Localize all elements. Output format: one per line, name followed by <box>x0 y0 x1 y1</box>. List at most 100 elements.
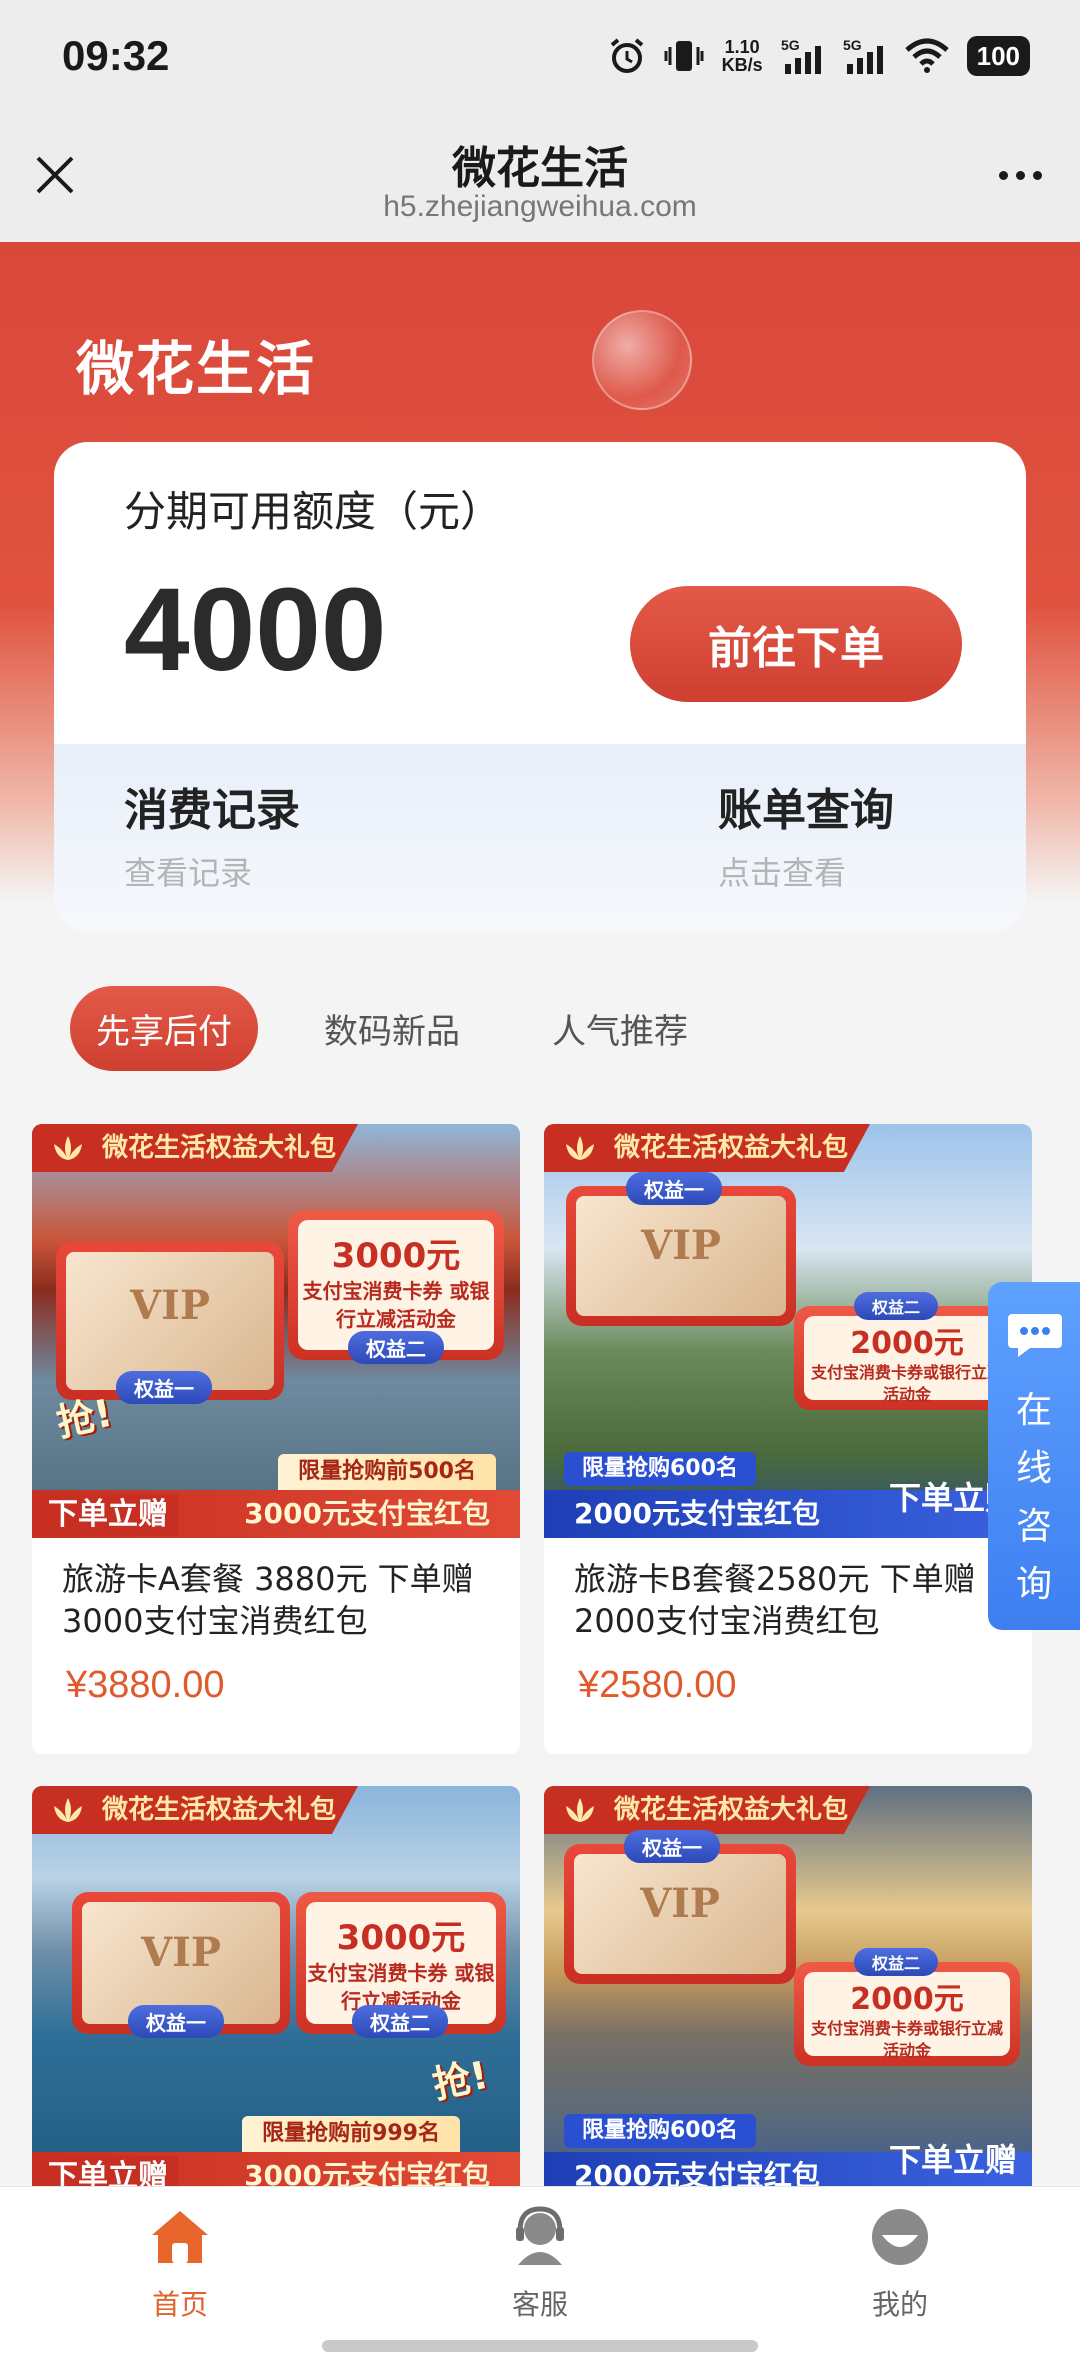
product-price: ¥2580.00 <box>578 1664 737 1706</box>
net-speed: 1.10 KB/s <box>721 37 763 75</box>
status-icons: 1.10 KB/s 5G 5G 100 <box>608 36 1030 76</box>
benefit-pill: 权益二 <box>854 1292 939 1320</box>
vip-text: VIP <box>640 1880 720 1928</box>
status-time: 09:32 <box>62 32 170 79</box>
offer-amount: 3000元 <box>336 1918 466 1958</box>
offer-card: 2000元 支付宝消费卡券或银行立减活动金 权益二 <box>794 1292 1020 1410</box>
tab-pay-later[interactable]: 先享后付 <box>70 986 258 1071</box>
more-dot-icon <box>998 170 1008 180</box>
nav-item-home[interactable]: 首页 <box>80 2205 280 2323</box>
offer-amount: 2000元 <box>850 1982 964 2017</box>
product-name: 旅游卡B套餐2580元 下单赠2000支付宝消费红包 <box>574 1560 976 1640</box>
credit-card: 分期可用额度（元） 4000 前往下单 消费记录 查看记录 账单查询 点击查看 <box>54 442 1026 932</box>
vip-text: VIP <box>641 1222 721 1270</box>
wifi-icon <box>904 36 949 76</box>
product-price: ¥3880.00 <box>66 1664 225 1706</box>
vip-card: VIP 权益一 <box>72 1892 290 2038</box>
promo-banner: 限量抢购600名 2000元支付宝红包 下单立赠 <box>544 1446 1032 1538</box>
profile-icon <box>872 2209 928 2265</box>
vip-card: VIP 权益一 <box>566 1172 796 1326</box>
lotus-icon <box>54 1136 82 1160</box>
gift-tag: 下单立赠 <box>38 1494 178 1536</box>
product-ribbon: 微花生活权益大礼包 <box>32 1124 359 1172</box>
offer-card: 2000元 支付宝消费卡券或银行立减活动金 权益二 <box>794 1948 1020 2066</box>
more-options-button[interactable] <box>990 160 1050 190</box>
nav-label: 客服 <box>511 2288 568 2321</box>
limit-text: 限量抢购前500名 <box>278 1454 496 1490</box>
vip-card-face: VIP <box>576 1196 786 1316</box>
credit-label: 分期可用额度（元） <box>124 487 503 536</box>
go-order-button[interactable]: 前往下单 <box>630 586 962 702</box>
limit-text: 限量抢购前999名 <box>242 2116 460 2152</box>
ribbon-text: 微花生活权益大礼包 <box>102 1133 337 1163</box>
vip-card: VIP 权益一 <box>56 1242 284 1404</box>
tab-popular[interactable]: 人气推荐 <box>526 986 714 1071</box>
limit-text: 限量抢购600名 <box>564 2114 756 2148</box>
customer-service-icon <box>516 2206 564 2265</box>
vibrate-icon <box>664 36 704 76</box>
nav-label: 我的 <box>871 2288 928 2321</box>
signal-icon: 5G <box>843 36 887 76</box>
product-card[interactable]: 微花生活权益大礼包 VIP 权益一 2000元 支付宝消费卡券或银行立减活动金 … <box>544 1124 1032 1754</box>
benefit-pill: 权益一 <box>626 1172 722 1205</box>
product-ribbon: 微花生活权益大礼包 <box>544 1124 871 1172</box>
page-url: h5.zhejiangweihua.com <box>383 190 697 223</box>
bubble-decoration <box>592 310 692 410</box>
offer-text: 支付宝消费卡券或银行立减活动金 <box>810 2019 1003 2060</box>
more-dot-icon <box>1032 170 1042 180</box>
nav-label: 首页 <box>151 2288 208 2321</box>
benefit-pill: 权益二 <box>352 2005 448 2038</box>
link-subtitle: 点击查看 <box>718 854 847 892</box>
status-bar: 09:32 1.10 KB/s 5G 5G 100 <box>0 0 1080 120</box>
account-links: 消费记录 查看记录 账单查询 点击查看 <box>54 744 1026 932</box>
lotus-icon <box>566 1798 594 1822</box>
vip-card-face: VIP <box>66 1252 274 1390</box>
benefit-pill: 权益一 <box>624 1830 720 1863</box>
nav-item-service[interactable]: 客服 <box>440 2205 640 2323</box>
nav-item-profile[interactable]: 我的 <box>800 2205 1000 2323</box>
more-dot-icon <box>1015 170 1025 180</box>
ribbon-text: 微花生活权益大礼包 <box>614 1133 849 1163</box>
credit-amount: 4000 <box>124 564 387 696</box>
tab-digital[interactable]: 数码新品 <box>298 986 486 1071</box>
lotus-icon <box>54 1798 82 1822</box>
link-title: 消费记录 <box>124 785 300 836</box>
product-card[interactable]: 微花生活权益大礼包 VIP 权益一 3000元 支付宝消费卡券 或银行立减活动金… <box>32 1124 520 1754</box>
product-image: 微花生活权益大礼包 VIP 权益一 3000元 支付宝消费卡券 或银行立减活动金… <box>32 1786 520 2200</box>
offer-card-face: 2000元 支付宝消费卡券或银行立减活动金 <box>804 1972 1010 2060</box>
link-subtitle: 查看记录 <box>124 854 253 892</box>
limit-text: 限量抢购600名 <box>564 1452 756 1486</box>
svg-text:5G: 5G <box>843 37 862 53</box>
benefit-pill: 权益二 <box>854 1948 939 1976</box>
vip-card: VIP 权益一 <box>564 1830 796 1984</box>
battery-indicator: 100 <box>966 36 1030 76</box>
benefit-pill: 权益一 <box>128 2005 224 2038</box>
ribbon-text: 微花生活权益大礼包 <box>614 1795 849 1825</box>
ribbon-text: 微花生活权益大礼包 <box>102 1795 337 1825</box>
offer-card: 3000元 支付宝消费卡券 或银行立减活动金 权益二 <box>288 1210 504 1364</box>
offer-card: 3000元 支付宝消费卡券 或银行立减活动金 权益二 <box>296 1892 506 2038</box>
svg-text:5G: 5G <box>781 37 800 53</box>
bill-query-link[interactable]: 账单查询 点击查看 <box>718 774 894 894</box>
product-image: 微花生活权益大礼包 VIP 权益一 2000元 支付宝消费卡券或银行立减活动金 … <box>544 1786 1032 2200</box>
home-indicator[interactable] <box>322 2340 758 2352</box>
product-name: 旅游卡A套餐 3880元 下单赠3000支付宝消费红包 <box>62 1560 474 1640</box>
promo-banner: 限量抢购前500名 3000元支付宝红包 下单立赠 <box>32 1446 520 1538</box>
brand-title: 微花生活 <box>76 335 317 403</box>
gift-tag: 下单立赠 <box>888 2141 1017 2179</box>
chat-bubble-icon <box>1008 1314 1062 1357</box>
home-icon <box>152 2211 208 2263</box>
online-consult-button[interactable]: 在线咨询 <box>988 1282 1080 1630</box>
offer-amount: 3000元 <box>331 1236 461 1276</box>
offer-card-face: 2000元 支付宝消费卡券或银行立减活动金 <box>804 1316 1010 1404</box>
product-ribbon: 微花生活权益大礼包 <box>544 1786 871 1834</box>
grab-text: 抢! <box>52 1390 117 1446</box>
online-consult-label: 在线咨询 <box>1015 1390 1052 1605</box>
consumption-record-link[interactable]: 消费记录 查看记录 <box>124 774 300 894</box>
product-ribbon: 微花生活权益大礼包 <box>32 1786 359 1834</box>
vip-text: VIP <box>141 1928 221 1976</box>
vip-card-face: VIP <box>574 1854 786 1974</box>
offer-text: 支付宝消费卡券或银行立减活动金 <box>810 1363 1003 1404</box>
signal-icon: 5G <box>781 36 825 76</box>
grab-text: 抢! <box>428 2052 493 2108</box>
